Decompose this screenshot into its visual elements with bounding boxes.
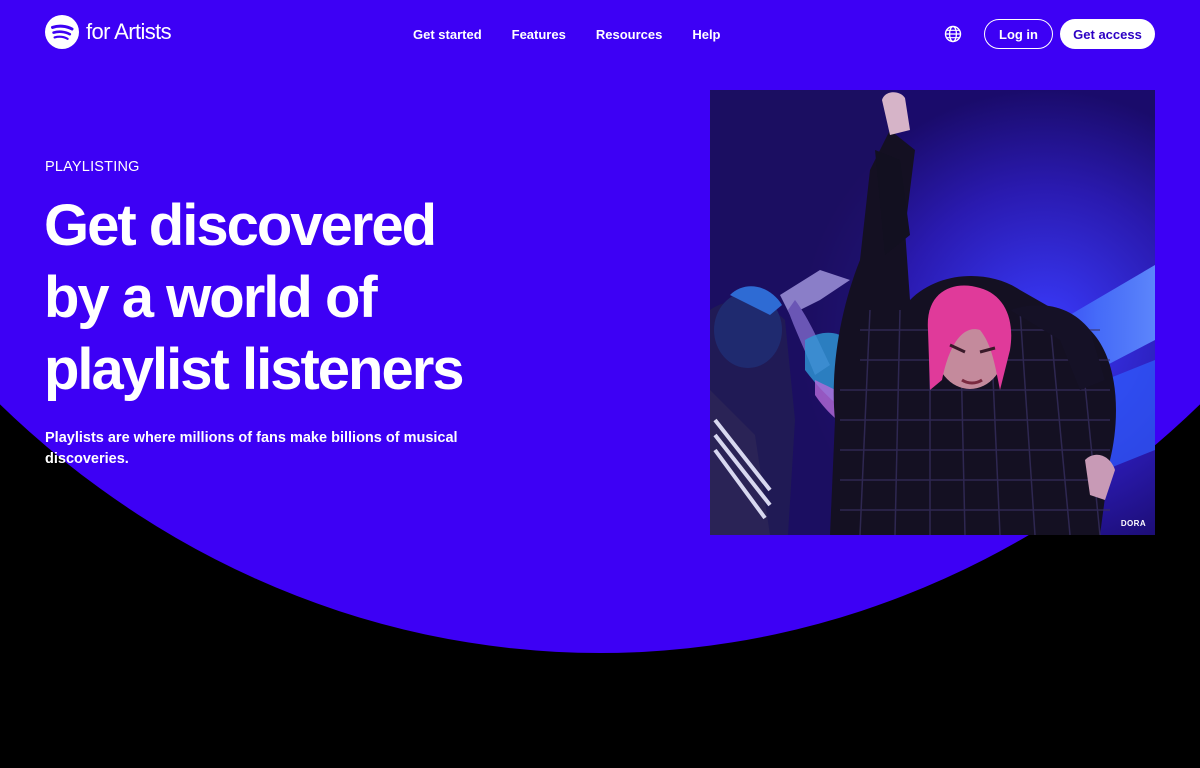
spotify-logo-icon bbox=[45, 15, 79, 49]
hero-headline-line-2: by a world of bbox=[44, 265, 378, 330]
hero-image: DORA bbox=[710, 90, 1155, 535]
hero-subtext: Playlists are where millions of fans mak… bbox=[45, 430, 458, 467]
header-actions: Log in Get access bbox=[944, 19, 1155, 49]
hero-headline: Get discovered by a world of playlist li… bbox=[44, 190, 564, 406]
nav-item-resources[interactable]: Resources bbox=[596, 26, 662, 43]
photo-credit: DORA bbox=[1120, 519, 1146, 528]
nav-item-get-started[interactable]: Get started bbox=[413, 26, 482, 43]
dancer-illustration bbox=[710, 90, 1155, 535]
nav-item-help[interactable]: Help bbox=[692, 26, 720, 43]
globe-icon[interactable] bbox=[944, 25, 962, 43]
get-access-button[interactable]: Get access bbox=[1060, 19, 1155, 49]
nav-item-features[interactable]: Features bbox=[512, 26, 566, 43]
main-nav: Get started Features Resources Help bbox=[413, 26, 721, 43]
login-button[interactable]: Log in bbox=[984, 19, 1053, 49]
brand-logo-link[interactable]: for Artists bbox=[45, 15, 172, 49]
brand-name: for Artists bbox=[86, 19, 172, 44]
page: for Artists Get started Features Resourc… bbox=[0, 0, 1200, 768]
hero-headline-line-3: playlist listeners bbox=[44, 337, 465, 402]
section-eyebrow: PLAYLISTING bbox=[45, 159, 140, 175]
hero-headline-line-1: Get discovered bbox=[44, 193, 437, 258]
site-header: for Artists Get started Features Resourc… bbox=[0, 0, 1200, 68]
